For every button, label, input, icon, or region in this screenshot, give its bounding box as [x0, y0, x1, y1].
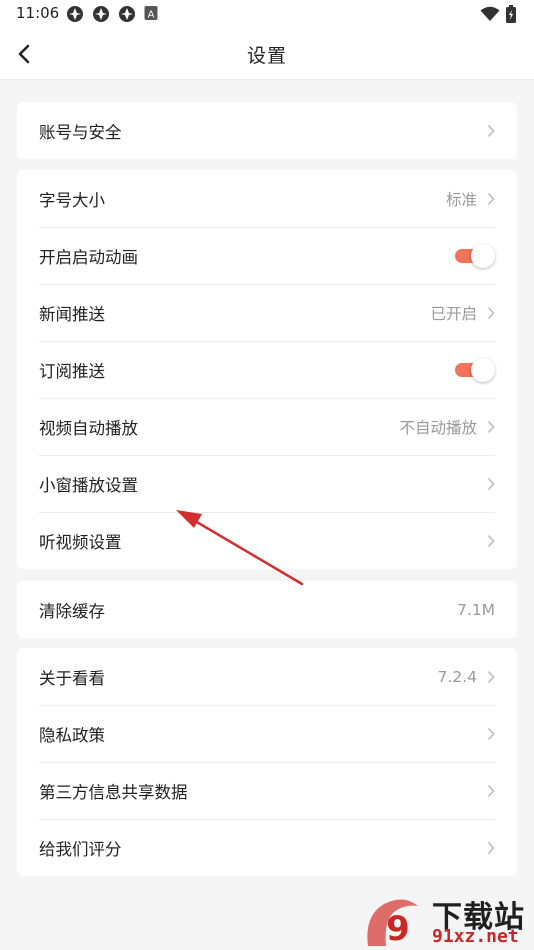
- row-label: 给我们评分: [39, 840, 122, 859]
- chevron-right-icon: [483, 419, 495, 435]
- toggle-knob: [471, 244, 495, 268]
- row-font-size[interactable]: 字号大小 标准: [39, 170, 495, 227]
- row-label: 新闻推送: [39, 305, 105, 324]
- notification-icon: [67, 6, 83, 22]
- row-listen-video-settings[interactable]: 听视频设置: [39, 512, 495, 569]
- row-label: 关于看看: [39, 668, 105, 688]
- subscription-push-toggle[interactable]: [455, 358, 495, 382]
- row-label: 字号大小: [39, 190, 105, 210]
- row-video-autoplay[interactable]: 视频自动播放 不自动播放: [39, 398, 495, 455]
- chevron-right-icon: [483, 783, 495, 799]
- wifi-icon: [480, 6, 500, 21]
- watermark-logo-icon: 9: [367, 899, 418, 949]
- row-privacy-policy[interactable]: 隐私政策: [39, 705, 495, 762]
- row-value: 标准: [445, 190, 477, 209]
- watermark: 9 下载站 91xz.net: [362, 892, 534, 950]
- row-label: 听视频设置: [39, 533, 122, 552]
- svg-text:A: A: [148, 10, 155, 21]
- svg-text:9: 9: [386, 909, 410, 949]
- chevron-right-icon: [483, 726, 495, 742]
- settings-group-about: 关于看看 7.2.4 隐私政策 第三方信息共享数据 给我们评分: [17, 648, 517, 876]
- status-bar: 11:06 A: [0, 0, 534, 28]
- a-icon: A: [144, 6, 158, 21]
- row-label: 第三方信息共享数据: [39, 783, 188, 802]
- row-account-security[interactable]: 账号与安全: [39, 102, 495, 159]
- row-value: 已开启: [430, 305, 477, 323]
- row-rate-us[interactable]: 给我们评分: [39, 819, 495, 876]
- row-label: 小窗播放设置: [39, 476, 138, 495]
- chevron-right-icon: [483, 840, 495, 856]
- row-label: 视频自动播放: [39, 419, 138, 438]
- row-mini-window-settings[interactable]: 小窗播放设置: [39, 455, 495, 512]
- chevron-right-icon: [483, 476, 495, 492]
- cache-size-value: 7.1M: [456, 600, 495, 619]
- chevron-right-icon: [483, 669, 495, 685]
- row-subscription-push: 订阅推送: [39, 341, 495, 398]
- row-label: 账号与安全: [39, 122, 122, 142]
- row-label: 订阅推送: [39, 362, 105, 381]
- row-label: 开启启动动画: [39, 248, 138, 267]
- settings-group-cache: 清除缓存 7.1M: [17, 581, 517, 638]
- chevron-right-icon: [483, 533, 495, 549]
- startup-animation-toggle[interactable]: [455, 244, 495, 268]
- row-label: 清除缓存: [39, 601, 105, 621]
- status-right-icons: [480, 5, 520, 23]
- row-value: 不自动播放: [399, 419, 477, 437]
- row-label: 隐私政策: [39, 726, 105, 745]
- row-about[interactable]: 关于看看 7.2.4: [39, 648, 495, 705]
- row-third-party-data[interactable]: 第三方信息共享数据: [39, 762, 495, 819]
- status-time: 11:06: [16, 4, 60, 22]
- row-clear-cache[interactable]: 清除缓存 7.1M: [39, 581, 495, 638]
- notification-icon: [93, 6, 109, 22]
- settings-group-general: 字号大小 标准 开启启动动画 新闻推送 已开启 订阅推送 视频自动播放 不自动播…: [17, 170, 517, 569]
- chevron-right-icon: [483, 191, 495, 207]
- row-news-push[interactable]: 新闻推送 已开启: [39, 284, 495, 341]
- toggle-knob: [471, 358, 495, 382]
- notification-icon: [119, 6, 135, 22]
- chevron-right-icon: [483, 123, 495, 139]
- battery-icon: [506, 5, 516, 23]
- nav-bar: 设置: [0, 28, 534, 80]
- watermark-domain: 91xz.net: [432, 926, 519, 947]
- row-startup-animation: 开启启动动画: [39, 227, 495, 284]
- page-title: 设置: [246, 45, 287, 67]
- settings-group-account: 账号与安全: [17, 102, 517, 159]
- settings-screen: 11:06 A 设置 账号与安全 字号大小 标准 开启启动动画 新闻推送 已开启…: [0, 0, 534, 950]
- chevron-right-icon: [483, 305, 495, 321]
- version-value: 7.2.4: [437, 667, 477, 686]
